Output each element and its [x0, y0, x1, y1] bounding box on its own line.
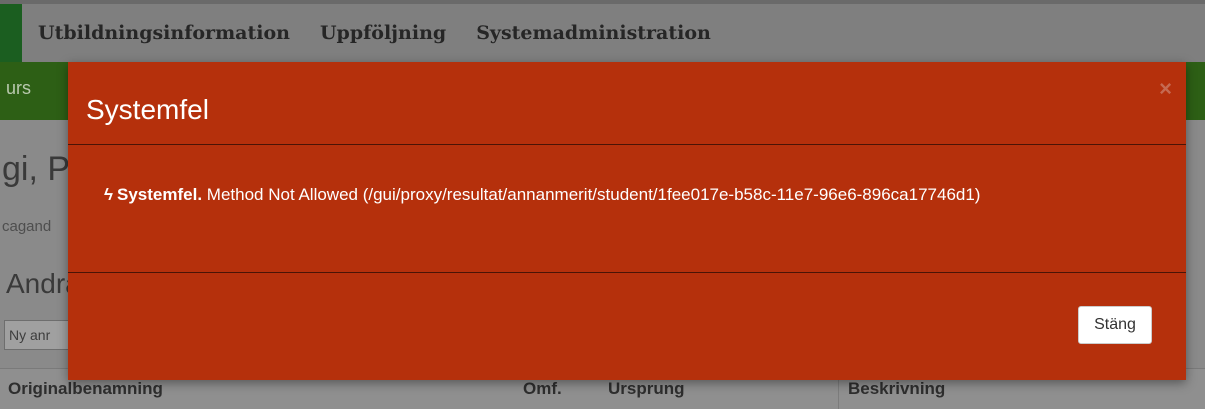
page-subtitle: cagand — [2, 218, 52, 235]
column-header-originalbenamning: Originalbenamning — [8, 379, 163, 398]
nav-item-uppfoljning[interactable]: Uppföljning — [320, 22, 446, 44]
bolt-icon: ϟ — [104, 185, 113, 204]
modal-title: Systemfel — [86, 94, 209, 125]
new-entry-button[interactable]: Ny anr — [4, 320, 74, 350]
column-header-ursprung: Ursprung — [608, 379, 685, 398]
modal-body: ϟ Systemfel. Method Not Allowed (/gui/pro… — [68, 144, 1186, 273]
modal-header: Systemfel × — [68, 62, 1186, 145]
top-nav-items: Utbildningsinformation Uppföljning Syste… — [38, 22, 711, 44]
page-title: gi, P — [2, 150, 71, 188]
nav-item-systemadministration[interactable]: Systemadministration — [476, 22, 711, 44]
close-icon[interactable]: × — [1159, 76, 1172, 102]
subnav-item[interactable]: urs — [6, 78, 31, 99]
error-message: ϟ Systemfel. Method Not Allowed (/gui/pro… — [104, 182, 1004, 208]
error-text: Method Not Allowed (/gui/proxy/resultat/… — [206, 185, 981, 204]
error-label: Systemfel. — [117, 185, 203, 204]
modal-footer: Stäng — [68, 272, 1186, 380]
close-button[interactable]: Stäng — [1078, 306, 1152, 344]
top-navigation: Utbildningsinformation Uppföljning Syste… — [0, 0, 1205, 62]
column-header-omf: Omf. — [523, 379, 562, 398]
nav-accent — [0, 4, 22, 62]
error-modal: Systemfel × ϟ Systemfel. Method Not Allow… — [68, 62, 1186, 380]
nav-item-utbildningsinformation[interactable]: Utbildningsinformation — [38, 22, 290, 44]
column-header-beskrivning: Beskrivning — [848, 379, 946, 398]
